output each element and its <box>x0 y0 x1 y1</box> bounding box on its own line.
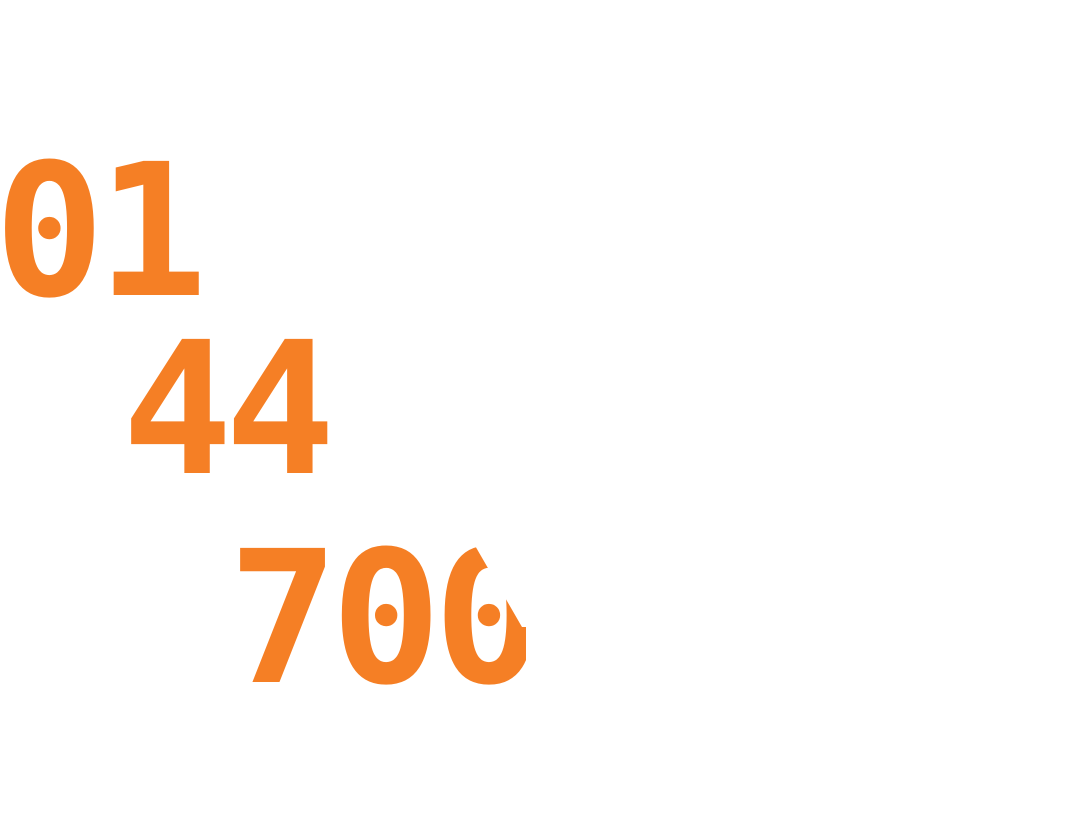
number-row-3-visible: 70 <box>228 512 442 726</box>
number-row-2: 44 <box>122 303 336 517</box>
number-row-3-partial-glyph: 0 <box>434 527 526 711</box>
number-row-1: 01 <box>0 125 208 339</box>
number-row-3: 700 <box>228 527 526 711</box>
